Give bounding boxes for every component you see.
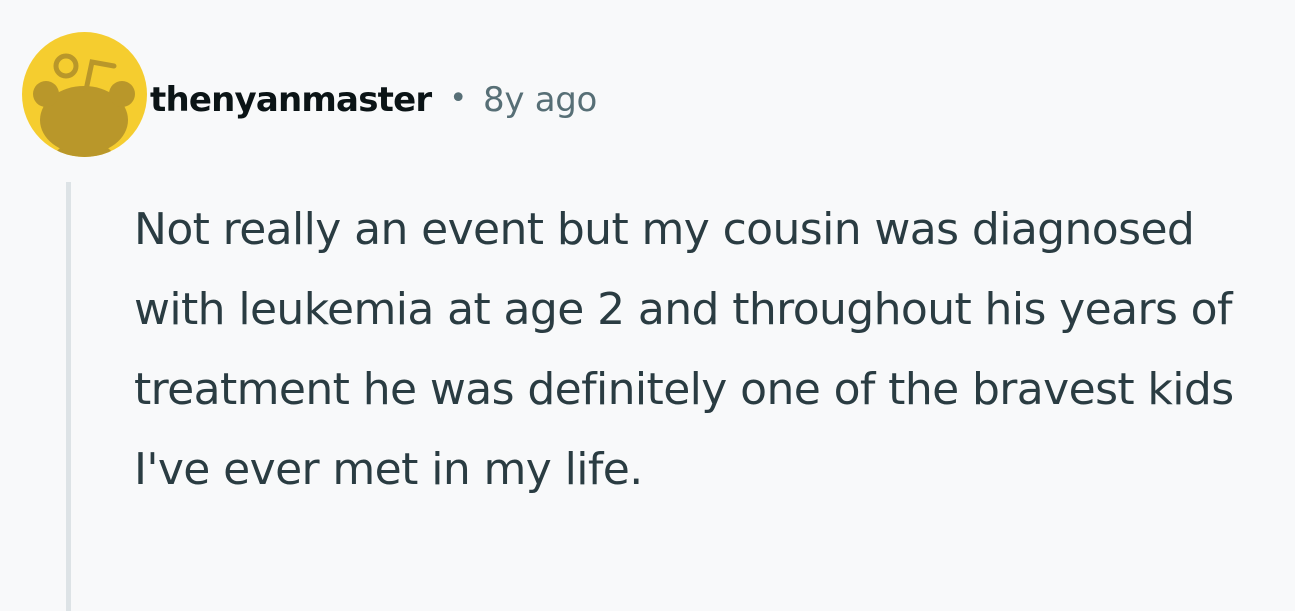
comment-body: Not really an event but my cousin was di…	[134, 204, 1234, 495]
comment-timestamp[interactable]: 8y ago	[483, 80, 597, 120]
user-avatar[interactable]	[22, 32, 147, 157]
reddit-snoo-avatar-icon	[22, 32, 147, 157]
comment-header: thenyanmaster • 8y ago	[150, 72, 597, 128]
thread-collapse-line[interactable]	[66, 182, 71, 611]
meta-separator: •	[449, 80, 468, 116]
username-link[interactable]: thenyanmaster	[150, 80, 432, 120]
comment: thenyanmaster • 8y ago Not really an eve…	[0, 0, 1295, 611]
